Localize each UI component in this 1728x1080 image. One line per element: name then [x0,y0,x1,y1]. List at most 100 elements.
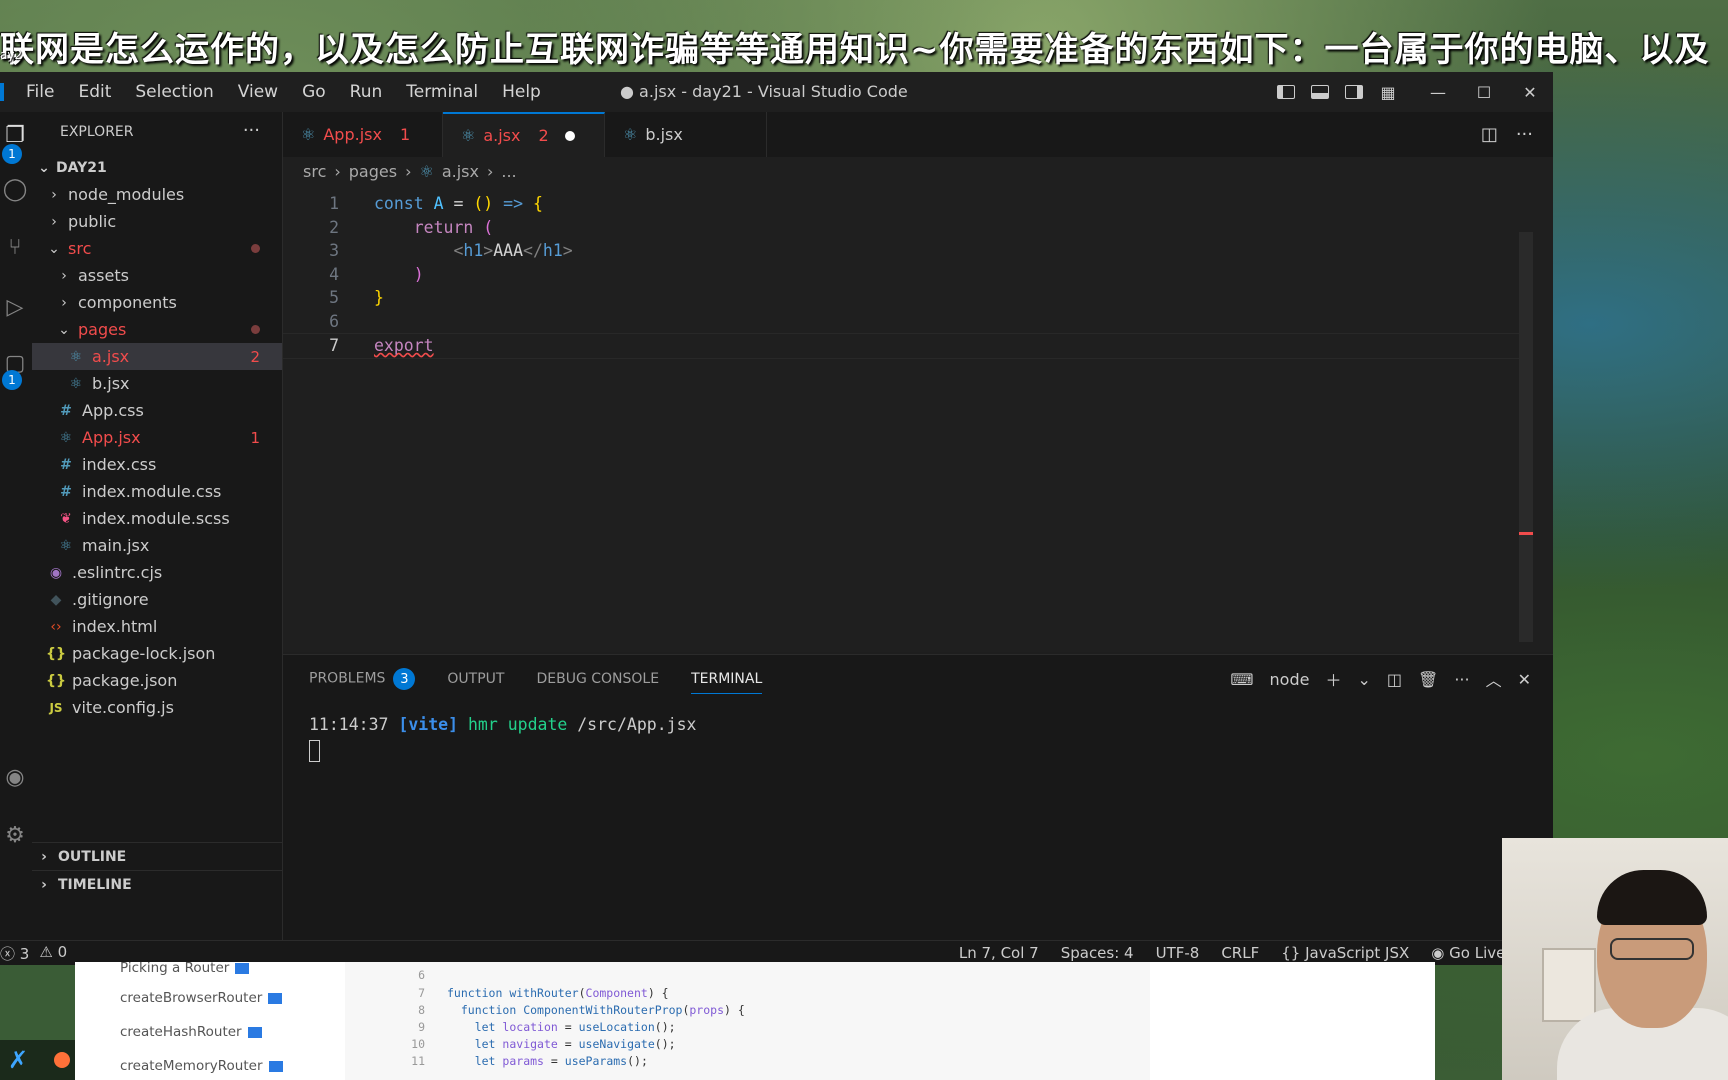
tree-file[interactable]: ⚛ App.jsx 1 [32,424,282,451]
customize-layout-icon[interactable]: ▦ [1371,72,1405,112]
encoding[interactable]: UTF-8 [1156,944,1200,962]
close-panel-icon[interactable]: ✕ [1518,670,1531,689]
terminal-time: 11:14:37 [309,715,389,734]
new-badge-icon [247,1026,262,1038]
terminal-name[interactable]: node [1270,670,1310,689]
source-control-icon[interactable]: ⑂ [0,232,30,262]
breadcrumb-item[interactable]: pages [349,162,397,181]
tree-file[interactable]: # index.module.css [32,478,282,505]
toggle-panel-icon[interactable] [1303,72,1337,112]
tree-file[interactable]: ◆ .gitignore [32,586,282,613]
tree-file[interactable]: ‹› index.html [32,613,282,640]
timeline-section[interactable]: › TIMELINE [32,870,282,899]
new-terminal-plus-icon[interactable]: ＋ [1325,667,1341,691]
vscode-taskbar-icon[interactable]: ✗ [8,1046,34,1074]
close-window-button[interactable]: ✕ [1507,72,1553,112]
terminal-icon: ⌨ [1230,669,1254,689]
modified-dot [251,244,260,253]
tree-file[interactable]: # index.css [32,451,282,478]
explorer-more-icon[interactable]: ··· [243,120,260,141]
tab-output[interactable]: OUTPUT [447,671,504,687]
trash-icon[interactable]: 🗑 [1418,670,1438,689]
breadcrumb-item[interactable]: ... [501,162,516,181]
browser-link[interactable]: createHashRouter [120,1024,262,1040]
maximize-panel-icon[interactable]: ︿ [1486,667,1502,691]
browser-link[interactable]: Picking a Router [120,962,250,976]
chevron-down-icon[interactable]: ⌄ [1357,670,1370,689]
menu-terminal[interactable]: Terminal [394,72,490,112]
new-badge-icon [268,1060,283,1072]
editor-tab[interactable]: ⚛ a.jsx 2 [443,112,605,157]
tree-file[interactable]: ⚛ main.jsx [32,532,282,559]
explorer-sidebar: EXPLORER ··· ⌄ DAY21 › node_modules › publi… [32,112,283,954]
tree-file[interactable]: JS vite.config.js [32,694,282,721]
tree-file[interactable]: {} package-lock.json [32,640,282,667]
tree-file[interactable]: ⚛ b.jsx [32,370,282,397]
terminal-output[interactable]: 11:14:37 [vite] hmr update /src/App.jsx [309,715,696,766]
editor-tab[interactable]: ⚛ b.jsx [605,112,767,157]
tree-folder[interactable]: ⌄ pages [32,316,282,343]
split-editor-icon[interactable]: ◫ [1481,124,1498,145]
account-icon[interactable]: ◉ [0,762,30,792]
presenter-glasses [1610,938,1694,960]
outline-section[interactable]: › OUTLINE [32,842,282,871]
react-icon: ⚛ [461,126,476,145]
go-live-button[interactable]: ◉ Go Live [1431,944,1505,962]
code-editor[interactable]: 1 const A = () => { 2 return ( 3 <h1>AAA… [283,192,1533,359]
more-actions-icon[interactable]: ··· [1454,670,1469,689]
tree-folder[interactable]: › node_modules [32,181,282,208]
scss-file-icon: ❦ [60,510,72,527]
react-file-icon: ⚛ [59,429,73,446]
language-mode[interactable]: {} JavaScript JSX [1281,944,1409,962]
firefox-taskbar-icon[interactable] [54,1052,70,1068]
unsaved-dot-icon[interactable] [564,130,575,141]
browser-code-line: 9 let location = useLocation(); [418,1020,676,1034]
json-file-icon: {} [46,645,66,662]
split-terminal-icon[interactable]: ◫ [1387,670,1402,689]
cursor-position[interactable]: Ln 7, Col 7 [959,944,1039,962]
workspace-root[interactable]: ⌄ DAY21 [32,154,282,181]
error-icon: ⓧ [0,944,16,963]
tab-debug-console[interactable]: DEBUG CONSOLE [536,671,659,687]
run-debug-icon[interactable]: ▷ [0,292,30,322]
menu-view[interactable]: View [226,72,290,112]
search-icon[interactable]: ◯ [0,174,30,204]
breadcrumb-item[interactable]: a.jsx [442,162,479,181]
menu-run[interactable]: Run [338,72,395,112]
tree-file[interactable]: ⚛ a.jsx 2 [32,343,282,370]
menu-edit[interactable]: Edit [66,72,123,112]
tree-folder[interactable]: ⌄ src [32,235,282,262]
tree-file[interactable]: ◉ .eslintrc.cjs [32,559,282,586]
tree-file[interactable]: # App.css [32,397,282,424]
toggle-sidebar-icon[interactable] [1269,72,1303,112]
tree-folder[interactable]: › components [32,289,282,316]
tree-folder[interactable]: › assets [32,262,282,289]
tree-folder[interactable]: › public [32,208,282,235]
menu-go[interactable]: Go [290,72,338,112]
editor-actions: ◫ ··· [1481,112,1533,157]
workspace-root-label: DAY21 [56,159,107,176]
browser-link[interactable]: createBrowserRouter [120,990,283,1006]
editor-tab[interactable]: ⚛ App.jsx 1 [283,112,443,157]
maximize-button[interactable]: ☐ [1461,72,1507,112]
editor-scrollbar[interactable] [1519,232,1533,642]
more-actions-icon[interactable]: ··· [1516,124,1533,145]
minimize-button[interactable]: — [1415,72,1461,112]
tree-file[interactable]: ❦ index.module.scss [32,505,282,532]
tab-terminal[interactable]: TERMINAL [691,664,763,694]
tree-item-label: public [68,212,117,231]
broadcast-icon: ◉ [1431,944,1445,962]
tree-file[interactable]: {} package.json [32,667,282,694]
indentation[interactable]: Spaces: 4 [1061,944,1134,962]
menu-selection[interactable]: Selection [123,72,225,112]
menu-file[interactable]: File [14,72,66,112]
line-ending[interactable]: CRLF [1221,944,1259,962]
vscode-window: File Edit Selection View Go Run Terminal Help ●… [0,72,1553,965]
toggle-secondary-sidebar-icon[interactable] [1337,72,1371,112]
settings-gear-icon[interactable]: ⚙ [0,820,30,850]
breadcrumb-item[interactable]: src [303,162,326,181]
tab-problems[interactable]: PROBLEMS 3 [309,668,416,690]
menu-help[interactable]: Help [490,72,553,112]
status-problems[interactable]: ⓧ 3 ⚠ 0 [0,943,67,964]
browser-link[interactable]: createMemoryRouter [120,1058,283,1074]
